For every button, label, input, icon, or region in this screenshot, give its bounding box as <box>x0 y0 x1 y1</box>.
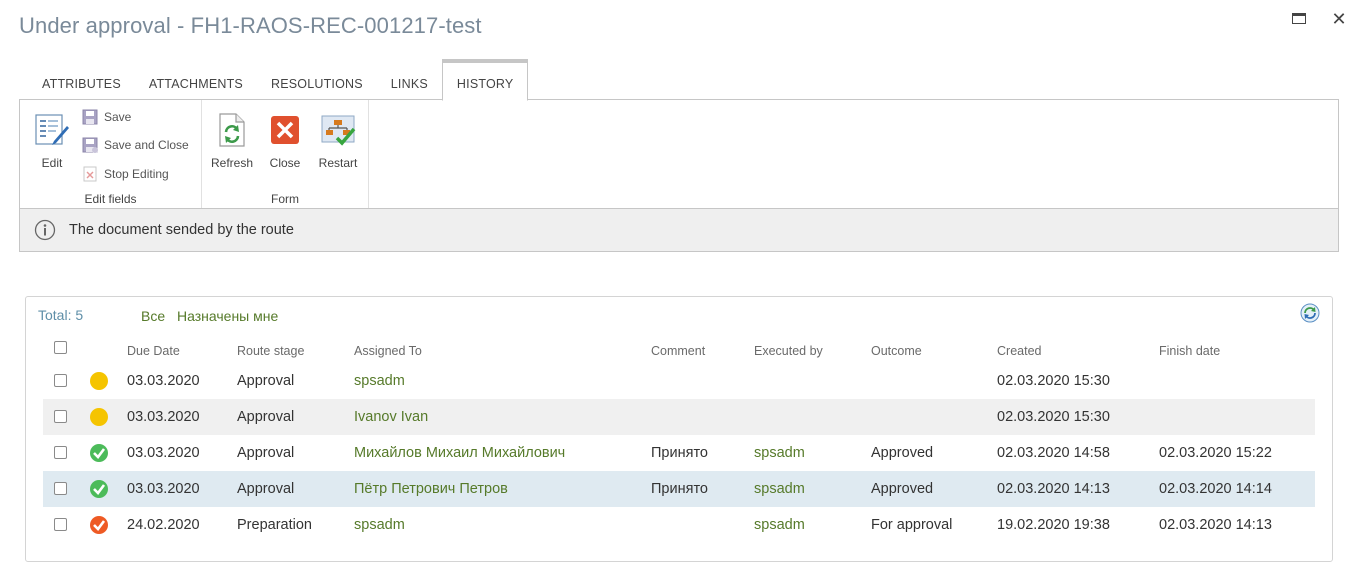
close-x-icon <box>271 116 299 144</box>
cell-route-stage: Approval <box>237 409 295 425</box>
pending-status-icon <box>90 372 108 390</box>
cell-outcome: Approved <box>871 481 934 497</box>
cell-assigned-to[interactable]: Ivanov Ivan <box>354 399 428 435</box>
cell-executed-by[interactable]: spsadm <box>754 435 805 471</box>
edit-button[interactable]: Edit <box>29 112 75 170</box>
total-count: Total: 5 <box>38 307 84 323</box>
cell-due-date: 03.03.2020 <box>127 445 200 461</box>
cell-assigned-to[interactable]: Пётр Петрович Петров <box>354 471 508 507</box>
row-checkbox[interactable] <box>54 482 67 495</box>
save-close-icon <box>82 137 98 153</box>
cell-assigned-to[interactable]: spsadm <box>354 507 405 543</box>
pending-status-icon <box>90 408 108 426</box>
row-checkbox[interactable] <box>54 446 67 459</box>
table-row[interactable]: 03.03.2020 Approval Ivanov Ivan 02.03.20… <box>43 399 1315 435</box>
cell-due-date: 03.03.2020 <box>127 481 200 497</box>
edit-label: Edit <box>41 156 63 170</box>
row-checkbox[interactable] <box>54 374 67 387</box>
save-and-close-label: Save and Close <box>104 138 189 152</box>
ribbon: Edit Save Save and Close Stop Editing Ed… <box>19 99 1339 209</box>
cell-outcome: For approval <box>871 517 953 533</box>
cell-route-stage: Approval <box>237 373 295 389</box>
refresh-document-icon <box>219 113 245 147</box>
cell-finish-date: 02.03.2020 14:13 <box>1159 517 1272 533</box>
cell-due-date: 24.02.2020 <box>127 517 200 533</box>
tab-attachments[interactable]: ATTACHMENTS <box>135 59 257 100</box>
stop-editing-button[interactable]: Stop Editing <box>82 164 169 184</box>
cell-executed-by[interactable]: spsadm <box>754 507 805 543</box>
group-label-form: Form <box>271 192 299 206</box>
filter-all[interactable]: Все <box>141 308 165 324</box>
cell-due-date: 03.03.2020 <box>127 409 200 425</box>
info-bar: The document sended by the route <box>19 209 1339 252</box>
refresh-button[interactable]: Refresh <box>209 112 255 170</box>
cell-outcome: Approved <box>871 445 934 461</box>
table-row[interactable]: 03.03.2020 Approval Пётр Петрович Петров… <box>43 471 1315 507</box>
cell-created: 02.03.2020 15:30 <box>997 409 1110 425</box>
workflow-restart-icon <box>321 115 356 146</box>
group-label-edit-fields: Edit fields <box>84 192 137 206</box>
history-panel: Total: 5 Все Назначены мне Due Date Rout… <box>25 296 1333 562</box>
save-label: Save <box>104 110 132 124</box>
cell-route-stage: Approval <box>237 445 295 461</box>
table-row[interactable]: 24.02.2020 Preparation spsadm spsadm For… <box>43 507 1315 543</box>
group-form: Refresh Close Restart Form <box>202 100 369 208</box>
completed-check-icon <box>90 516 108 534</box>
refresh-icon[interactable] <box>1300 303 1320 323</box>
restart-button[interactable]: Restart <box>315 112 361 170</box>
cell-finish-date: 02.03.2020 14:14 <box>1159 481 1272 497</box>
close-icon[interactable]: ✕ <box>1330 10 1348 28</box>
cell-created: 02.03.2020 14:58 <box>997 445 1110 461</box>
cell-finish-date: 02.03.2020 15:22 <box>1159 445 1272 461</box>
edit-form-icon <box>35 114 69 145</box>
cell-comment: Принято <box>651 445 708 461</box>
row-checkbox[interactable] <box>54 518 67 531</box>
tab-attributes[interactable]: ATTRIBUTES <box>28 59 135 100</box>
tab-strip: ATTRIBUTES ATTACHMENTS RESOLUTIONS LINKS… <box>28 59 529 101</box>
cell-comment: Принято <box>651 481 708 497</box>
filter-assigned-to-me[interactable]: Назначены мне <box>177 308 278 324</box>
approved-check-icon <box>90 480 108 498</box>
row-checkbox[interactable] <box>54 410 67 423</box>
cell-route-stage: Preparation <box>237 517 312 533</box>
group-edit-fields: Edit Save Save and Close Stop Editing Ed… <box>20 100 202 208</box>
select-all-checkbox[interactable] <box>54 341 67 354</box>
cell-created: 02.03.2020 15:30 <box>997 373 1110 389</box>
approved-check-icon <box>90 444 108 462</box>
tab-resolutions[interactable]: RESOLUTIONS <box>257 59 377 100</box>
cell-created: 02.03.2020 14:13 <box>997 481 1110 497</box>
save-icon <box>82 109 98 125</box>
refresh-label: Refresh <box>210 156 254 170</box>
cell-due-date: 03.03.2020 <box>127 373 200 389</box>
close-label: Close <box>269 156 301 170</box>
table-row[interactable]: 03.03.2020 Approval spsadm 02.03.2020 15… <box>43 363 1315 399</box>
save-button[interactable]: Save <box>82 107 131 127</box>
cell-route-stage: Approval <box>237 481 295 497</box>
cell-created: 19.02.2020 19:38 <box>997 517 1110 533</box>
maximize-icon[interactable] <box>1290 10 1308 28</box>
tab-history[interactable]: HISTORY <box>441 59 529 101</box>
restart-label: Restart <box>318 156 358 170</box>
cell-assigned-to[interactable]: spsadm <box>354 363 405 399</box>
stop-editing-icon <box>83 166 97 182</box>
info-message: The document sended by the route <box>69 222 294 238</box>
tab-links[interactable]: LINKS <box>377 59 442 100</box>
cell-assigned-to[interactable]: Михайлов Михаил Михайлович <box>354 435 565 471</box>
stop-editing-label: Stop Editing <box>104 167 169 181</box>
save-and-close-button[interactable]: Save and Close <box>82 135 189 155</box>
table-row[interactable]: 03.03.2020 Approval Михайлов Михаил Миха… <box>43 435 1315 471</box>
cell-executed-by[interactable]: spsadm <box>754 471 805 507</box>
close-button[interactable]: Close <box>262 112 308 170</box>
info-icon <box>34 219 56 241</box>
window-title: Under approval - FH1-RAOS-REC-001217-tes… <box>19 13 482 38</box>
